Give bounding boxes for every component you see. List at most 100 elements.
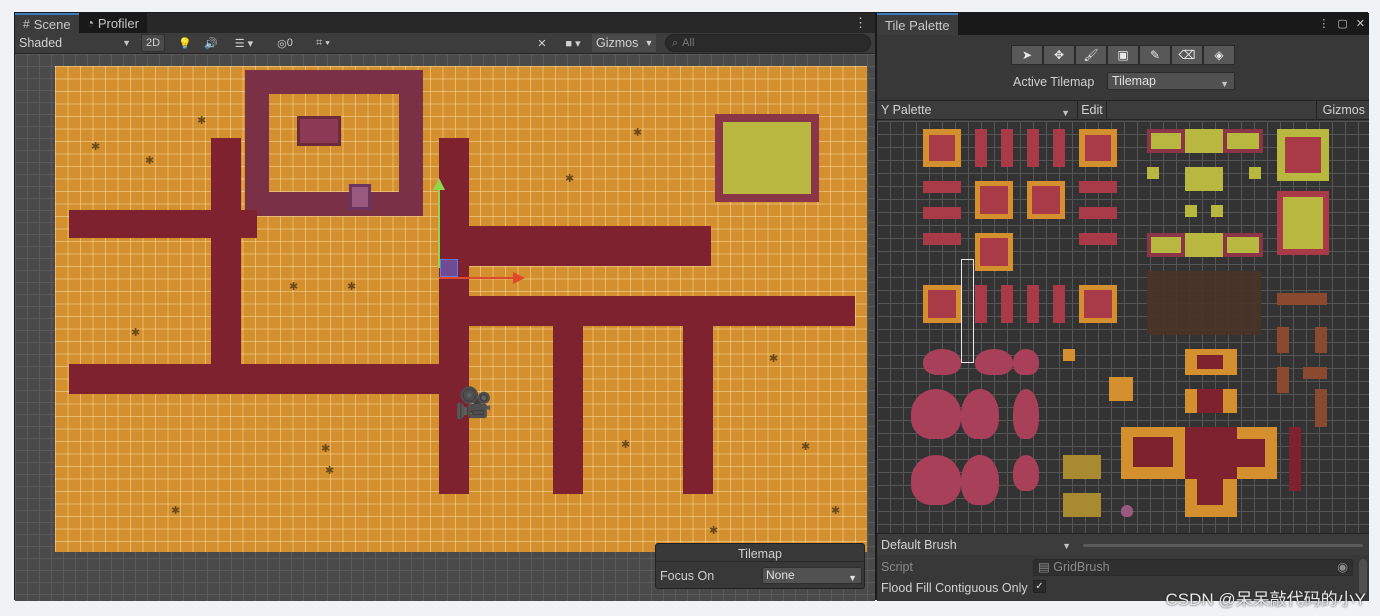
tile[interactable] — [1027, 181, 1065, 219]
tile[interactable] — [1197, 389, 1223, 413]
tile[interactable] — [1249, 167, 1261, 179]
active-tilemap-dropdown[interactable]: Tilemap ▼ — [1107, 72, 1235, 90]
paint-tool-button[interactable]: 🖌 — [1075, 45, 1107, 65]
tile[interactable] — [1063, 349, 1075, 361]
tile[interactable] — [1289, 427, 1301, 491]
tile[interactable] — [1147, 233, 1185, 257]
tile[interactable] — [1013, 349, 1039, 375]
close-icon[interactable]: ✕ — [1356, 17, 1365, 30]
tile[interactable] — [975, 233, 1013, 271]
tab-tile-palette[interactable]: Tile Palette — [877, 13, 958, 35]
tile[interactable] — [923, 233, 961, 245]
focus-on-dropdown[interactable]: None ▼ — [762, 567, 862, 584]
camera-settings-dropdown[interactable]: ■ ▾ — [558, 34, 588, 52]
picker-tool-button[interactable]: ✎ — [1139, 45, 1171, 65]
tile[interactable] — [1277, 327, 1289, 353]
tile[interactable] — [1185, 427, 1237, 479]
tile[interactable] — [923, 349, 961, 375]
effects-dropdown[interactable]: ☰ ▾ — [226, 34, 262, 52]
tile[interactable] — [1185, 233, 1223, 257]
tile[interactable] — [923, 285, 961, 323]
scene-viewport[interactable]: ✱ ✱ ✱ ✱ ✱ ✱ ✱ ✱ ✱ ✱ ✱ ✱ ✱ ✱ ✱ ✱ 🎥 Tilema… — [15, 54, 875, 601]
palette-zoom-slider[interactable] — [1083, 544, 1363, 547]
tile[interactable] — [1185, 129, 1223, 153]
tile[interactable] — [1063, 493, 1101, 517]
gizmos-dropdown-arrow[interactable]: ▼ — [642, 34, 656, 52]
maximize-icon[interactable]: ▢ — [1337, 17, 1347, 30]
palette-gizmos-button[interactable]: Gizmos — [1315, 101, 1365, 120]
tile[interactable] — [1079, 285, 1117, 323]
tile[interactable] — [1079, 233, 1117, 245]
move-tool-button[interactable]: ✥ — [1043, 45, 1075, 65]
brush-dropdown[interactable]: Default Brush ▼ — [881, 536, 1077, 554]
toggle-2d-button[interactable]: 2D — [141, 34, 165, 52]
tile[interactable] — [1013, 389, 1039, 439]
tile[interactable] — [1133, 437, 1173, 467]
tile[interactable] — [1223, 233, 1263, 257]
tile[interactable] — [1147, 167, 1159, 179]
edit-palette-button[interactable]: Edit — [1077, 101, 1107, 120]
tile[interactable] — [1147, 129, 1185, 153]
tab-profiler[interactable]: ◔ Profiler — [79, 13, 147, 33]
palette-selection-marquee[interactable] — [961, 259, 974, 363]
tile[interactable] — [1027, 285, 1039, 323]
tile[interactable] — [1147, 271, 1261, 335]
tile[interactable] — [1197, 355, 1223, 369]
tile[interactable] — [1223, 129, 1263, 153]
tile[interactable] — [1277, 129, 1329, 181]
palette-tile-grid[interactable] — [877, 121, 1369, 533]
tile[interactable] — [1237, 439, 1265, 467]
object-picker-icon[interactable]: ◉ — [1337, 560, 1348, 575]
box-fill-tool-button[interactable]: ▣ — [1107, 45, 1139, 65]
tile[interactable] — [1079, 181, 1117, 193]
tile[interactable] — [1315, 327, 1327, 353]
tile[interactable] — [1027, 129, 1039, 167]
script-field[interactable]: ▤ GridBrush ◉ — [1033, 559, 1353, 576]
tile[interactable] — [1197, 479, 1223, 505]
tile[interactable] — [975, 181, 1013, 219]
tile[interactable] — [1121, 505, 1133, 517]
select-tool-button[interactable]: ➤ — [1011, 45, 1043, 65]
tile[interactable] — [923, 181, 961, 193]
tile[interactable] — [1079, 207, 1117, 219]
palette-dropdown[interactable]: Y Palette ▼ — [881, 102, 1075, 119]
lighting-toggle[interactable]: 💡 — [174, 34, 196, 52]
tile[interactable] — [1053, 129, 1065, 167]
more-options-icon[interactable]: ⋮ — [1318, 17, 1329, 30]
tile[interactable] — [911, 455, 961, 505]
fill-tool-button[interactable]: ◈ — [1203, 45, 1235, 65]
flood-fill-checkbox[interactable]: ✓ — [1033, 580, 1046, 593]
tile[interactable] — [911, 389, 961, 439]
tile[interactable] — [1277, 191, 1329, 255]
tile[interactable] — [1001, 285, 1013, 323]
hidden-objects-toggle[interactable]: ◎ 0 — [270, 34, 300, 52]
camera-gizmo-icon[interactable]: 🎥 — [455, 386, 492, 421]
tile[interactable] — [1211, 205, 1223, 217]
tile[interactable] — [923, 207, 961, 219]
tools-toggle[interactable]: ✕ — [531, 34, 553, 52]
tile[interactable] — [1063, 455, 1101, 479]
tile[interactable] — [961, 389, 999, 439]
more-options-icon[interactable]: ⋮ — [854, 15, 867, 31]
move-gizmo-plane-handle[interactable] — [440, 259, 458, 277]
tab-scene[interactable]: # Scene — [15, 13, 79, 33]
tile[interactable] — [1079, 129, 1117, 167]
shading-mode-dropdown[interactable]: Shaded ▼ — [15, 34, 135, 52]
move-gizmo-y-axis[interactable] — [433, 178, 445, 268]
tile[interactable] — [923, 129, 961, 167]
tile[interactable] — [1277, 367, 1289, 393]
grid-snap-dropdown[interactable]: ⌗ ▾ — [305, 34, 341, 52]
tile[interactable] — [975, 349, 1013, 375]
tile[interactable] — [975, 285, 987, 323]
tile[interactable] — [1109, 377, 1133, 401]
tile[interactable] — [1185, 205, 1197, 217]
tile[interactable] — [1303, 367, 1327, 379]
tile[interactable] — [1013, 455, 1039, 491]
move-gizmo-x-axis[interactable] — [439, 272, 525, 284]
tile[interactable] — [1053, 285, 1065, 323]
eraser-tool-button[interactable]: ⌫ — [1171, 45, 1203, 65]
tile[interactable] — [1001, 129, 1013, 167]
tile[interactable] — [1185, 167, 1223, 191]
tile[interactable] — [1315, 389, 1327, 427]
tile[interactable] — [975, 129, 987, 167]
